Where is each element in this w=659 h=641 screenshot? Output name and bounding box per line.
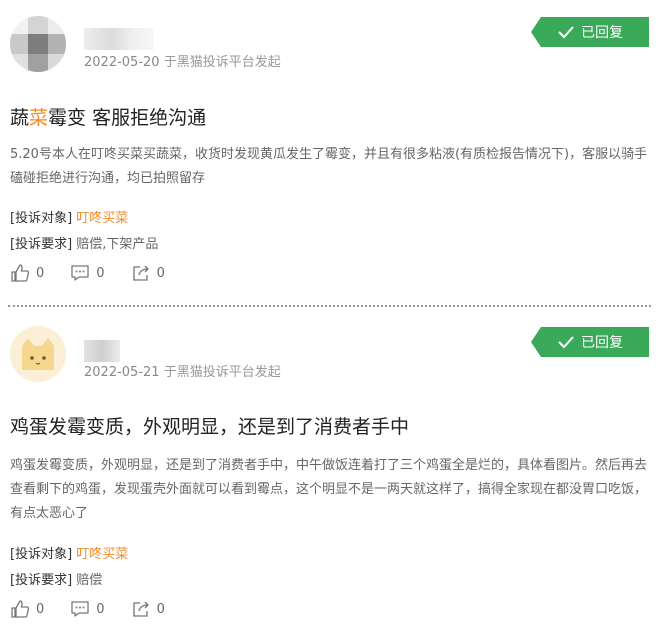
demand-label: [投诉要求]: [10, 573, 73, 588]
share-icon: [132, 265, 149, 281]
comment-icon: [71, 265, 89, 281]
share-button[interactable]: 0: [131, 599, 165, 619]
cat-avatar-icon: [22, 338, 54, 370]
like-button[interactable]: 0: [10, 263, 44, 283]
post-date: 2022-05-21: [84, 365, 160, 380]
post-actions: 0 0 0: [10, 599, 191, 619]
post-meta: 2022-05-21 于黑猫投诉平台发起: [84, 361, 281, 380]
share-button[interactable]: 0: [131, 263, 165, 283]
check-icon: [558, 26, 574, 39]
username-blurred[interactable]: [84, 28, 154, 50]
comment-count: 0: [96, 265, 105, 281]
avatar[interactable]: [10, 326, 66, 382]
status-text: 已回复: [581, 335, 623, 351]
target-label: [投诉对象]: [10, 211, 73, 226]
status-badge: 已回复: [531, 17, 649, 47]
like-count: 0: [36, 265, 45, 281]
comment-icon: [71, 601, 89, 617]
post-source: 于黑猫投诉平台发起: [163, 55, 281, 70]
complaint-card: 2022-05-21 于黑猫投诉平台发起 已回复 鸡蛋发霉变质，外观明显，还是到…: [0, 312, 659, 641]
like-count: 0: [36, 601, 45, 617]
thumbs-up-icon: [11, 600, 30, 618]
share-icon: [132, 601, 149, 617]
target-link[interactable]: 叮咚买菜: [76, 211, 128, 226]
comment-button[interactable]: 0: [70, 263, 105, 283]
check-icon: [558, 336, 574, 349]
status-badge: 已回复: [531, 327, 649, 357]
username-blurred[interactable]: [84, 340, 120, 362]
demand-value: 赔偿: [76, 573, 103, 588]
share-count: 0: [156, 601, 165, 617]
share-count: 0: [156, 265, 165, 281]
demand-label: [投诉要求]: [10, 237, 73, 252]
post-meta: 2022-05-20 于黑猫投诉平台发起: [84, 51, 281, 70]
status-text: 已回复: [581, 25, 623, 41]
complaint-demand: [投诉要求] 赔偿: [10, 569, 102, 588]
complaint-demand: [投诉要求] 赔偿,下架产品: [10, 233, 158, 252]
complaint-target: [投诉对象] 叮咚买菜: [10, 207, 128, 226]
post-title[interactable]: 鸡蛋发霉变质，外观明显，还是到了消费者手中: [10, 412, 409, 439]
target-label: [投诉对象]: [10, 547, 73, 562]
complaint-card: 2022-05-20 于黑猫投诉平台发起 已回复 蔬菜霉变 客服拒绝沟通 5.2…: [0, 0, 659, 300]
post-title[interactable]: 蔬菜霉变 客服拒绝沟通: [10, 103, 206, 130]
post-date: 2022-05-20: [84, 55, 160, 70]
post-actions: 0 0 0: [10, 263, 191, 283]
thumbs-up-icon: [11, 264, 30, 282]
title-text: 蔬: [10, 107, 30, 129]
post-source: 于黑猫投诉平台发起: [163, 365, 281, 380]
comment-button[interactable]: 0: [70, 599, 105, 619]
post-body: 5.20号本人在叮咚买菜买蔬菜，收货时发现黄瓜发生了霉变，并且有很多粘液(有质检…: [10, 147, 648, 186]
demand-value: 赔偿,下架产品: [76, 237, 159, 252]
target-link[interactable]: 叮咚买菜: [76, 547, 128, 562]
title-highlight: 菜: [29, 107, 49, 129]
title-text: 霉变 客服拒绝沟通: [48, 107, 207, 129]
avatar[interactable]: [10, 16, 66, 72]
like-button[interactable]: 0: [10, 599, 44, 619]
post-divider: [8, 305, 651, 307]
comment-count: 0: [96, 601, 105, 617]
complaint-target: [投诉对象] 叮咚买菜: [10, 543, 128, 562]
post-body: 鸡蛋发霉变质，外观明显，还是到了消费者手中，中午做饭连着打了三个鸡蛋全是烂的，具…: [10, 458, 648, 521]
